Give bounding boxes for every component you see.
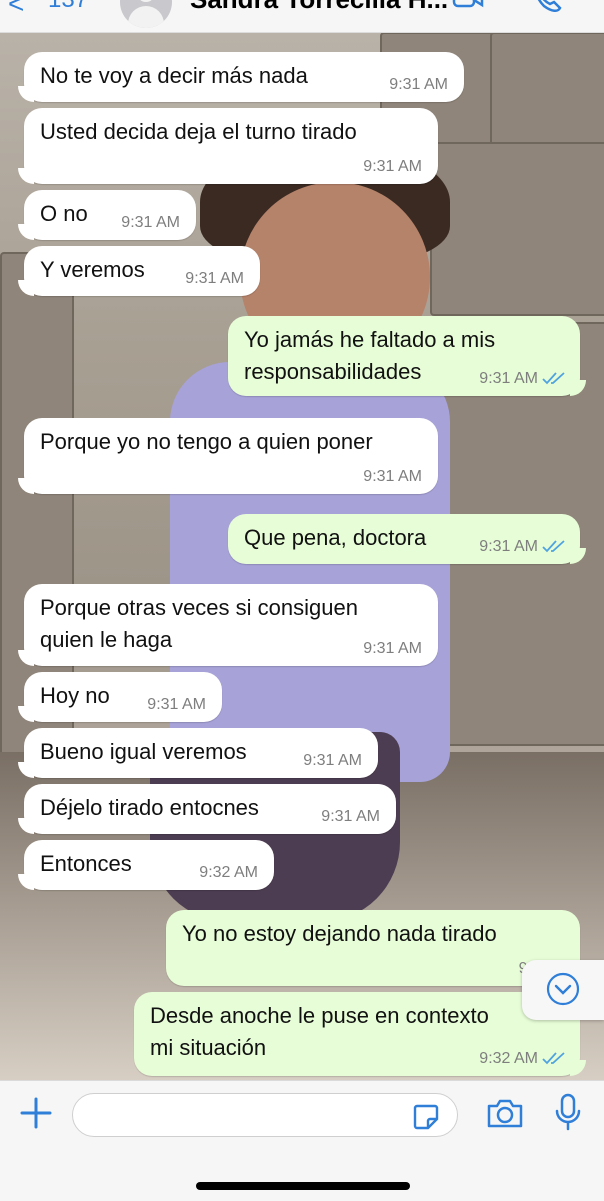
message-timestamp: 9:31 AM — [321, 808, 380, 825]
phone-icon[interactable] — [530, 0, 564, 14]
message-text: responsabilidades — [244, 359, 422, 384]
message-text: Yo no estoy dejando nada tirado — [182, 921, 497, 946]
incoming-message-bubble[interactable]: Entonces 9:32 AM — [18, 840, 274, 890]
contact-avatar[interactable] — [120, 0, 172, 28]
incoming-message-bubble[interactable]: Y veremos 9:31 AM — [18, 246, 260, 296]
back-unread-count[interactable]: 137 — [48, 0, 88, 14]
message-timestamp: 9:32 AM — [199, 864, 258, 881]
incoming-message-bubble[interactable]: Usted decida deja el turno tirado 9:31 AM — [18, 108, 438, 184]
message-timestamp: 9:31 AM — [479, 370, 538, 387]
message-text: Hoy no — [40, 683, 110, 708]
chevron-left-icon[interactable]: < — [8, 0, 24, 20]
message-timestamp: 9:31 AM — [147, 696, 206, 713]
incoming-message-bubble[interactable]: Hoy no 9:31 AM — [18, 672, 222, 722]
outgoing-message-bubble[interactable]: Yo jamás he faltado a mis responsabilidad… — [228, 316, 586, 396]
incoming-message-bubble[interactable]: Déjelo tirado entocnes 9:31 AM — [18, 784, 396, 834]
microphone-icon[interactable] — [554, 1093, 582, 1133]
read-receipt-icon — [542, 1052, 565, 1065]
camera-icon[interactable] — [486, 1097, 524, 1129]
message-text: Porque otras veces si consiguen — [40, 595, 358, 620]
message-text: Entonces — [40, 851, 132, 876]
message-timestamp: 9:31 AM — [389, 76, 448, 93]
chevron-down-circle-icon — [546, 972, 580, 1006]
read-receipt-icon — [542, 372, 565, 385]
message-input[interactable] — [72, 1093, 458, 1137]
message-text: Desde anoche le puse en contexto — [150, 1003, 489, 1028]
contact-name[interactable]: Sandra Torrecilla H... — [190, 0, 448, 15]
message-timestamp: 9:31 AM — [185, 270, 244, 287]
read-receipt-icon — [542, 540, 565, 553]
message-text: quien le haga — [40, 627, 173, 652]
message-timestamp: 9:31 AM — [363, 158, 422, 175]
message-text: mi situación — [150, 1035, 267, 1060]
message-timestamp: 9:31 AM — [303, 752, 362, 769]
plus-icon[interactable] — [18, 1095, 54, 1131]
incoming-message-bubble[interactable]: No te voy a decir más nada 9:31 AM — [18, 52, 464, 102]
incoming-message-bubble[interactable]: O no 9:31 AM — [18, 190, 196, 240]
message-text: Que pena, doctora — [244, 525, 427, 550]
message-text: Yo jamás he faltado a mis — [244, 327, 496, 352]
home-indicator — [196, 1182, 410, 1190]
outgoing-message-bubble[interactable]: Que pena, doctora 9:31 AM — [228, 514, 586, 564]
message-timestamp: 9:31 AM — [121, 214, 180, 231]
outgoing-message-bubble[interactable]: Desde anoche le puse en contexto mi situa… — [134, 992, 586, 1076]
chat-header: < 137 Sandra Torrecilla H... — [0, 0, 604, 33]
incoming-message-bubble[interactable]: Bueno igual veremos 9:31 AM — [18, 728, 378, 778]
message-timestamp: 9:31 AM — [363, 640, 422, 657]
incoming-message-bubble[interactable]: Porque otras veces si consiguen quien le … — [18, 584, 438, 666]
message-text: Porque yo no tengo a quien poner — [40, 429, 373, 454]
message-text: No te voy a decir más nada — [40, 63, 308, 88]
video-camera-icon[interactable] — [452, 0, 484, 10]
message-timestamp: 9:31 AM — [363, 468, 422, 485]
message-text: Y veremos — [40, 257, 145, 282]
message-text: Bueno igual veremos — [40, 739, 247, 764]
message-timestamp: 9:32 AM — [479, 1050, 538, 1067]
outgoing-message-bubble[interactable]: Yo no estoy dejando nada tirado9:32 A — [166, 910, 586, 986]
message-text: Déjelo tirado entocnes — [40, 795, 259, 820]
sticker-icon[interactable] — [412, 1103, 440, 1131]
incoming-message-bubble[interactable]: Porque yo no tengo a quien poner 9:31 AM — [18, 418, 438, 494]
scroll-to-bottom-button[interactable] — [522, 960, 604, 1020]
message-text: Usted decida deja el turno tirado — [40, 119, 357, 144]
message-text: O no — [40, 201, 88, 226]
message-timestamp: 9:31 AM — [479, 538, 538, 555]
